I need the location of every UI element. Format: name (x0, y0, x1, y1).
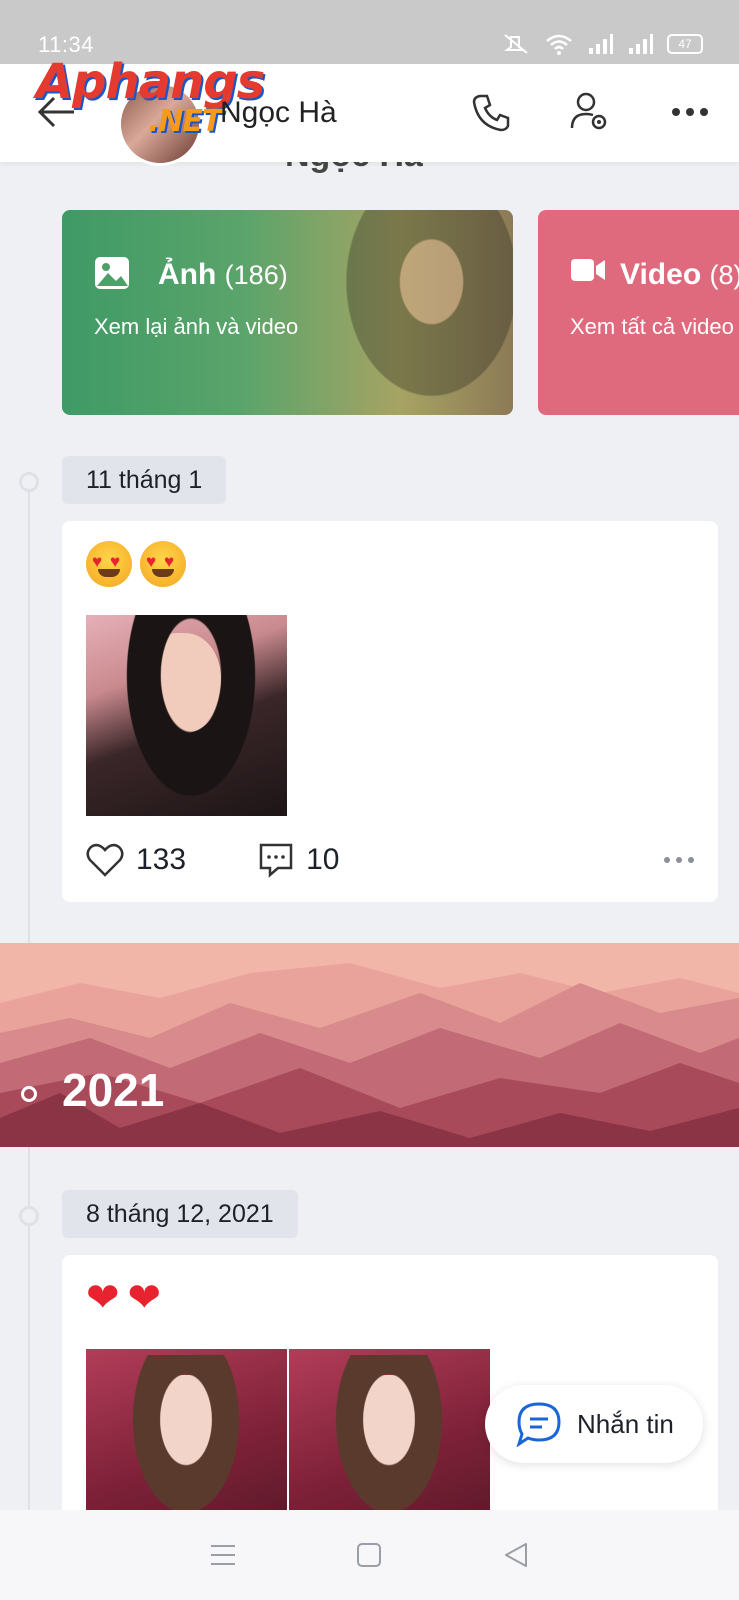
photos-card-subtitle: Xem lại ảnh và video (94, 314, 299, 339)
comment-icon (259, 843, 293, 878)
heart-outline-icon (86, 843, 124, 877)
videos-card-title: Video (8) (620, 258, 739, 291)
wifi-icon (546, 34, 572, 55)
timeline-dot (19, 1206, 39, 1226)
card-background-photo (332, 210, 513, 415)
post-card[interactable]: ♥ ♥ ♥ ♥ 133 10 (62, 521, 718, 902)
mute-icon (504, 34, 528, 54)
post-photo[interactable] (86, 1349, 287, 1519)
chat-bubble-icon (516, 1402, 561, 1447)
page-title: Ngọc Hà (220, 96, 337, 129)
comment-count: 10 (306, 843, 340, 876)
heart-eyes-emoji-icon: ♥ ♥ (86, 541, 132, 587)
year-label: 2021 (62, 1064, 165, 1116)
post-date-chip: 8 tháng 12, 2021 (62, 1190, 298, 1238)
home-icon[interactable] (355, 1541, 383, 1569)
heart-emoji-icon: ❤ (127, 1276, 162, 1320)
battery-icon: 47 (667, 34, 703, 54)
comment-button[interactable]: 10 (258, 842, 339, 878)
phone-icon[interactable] (470, 90, 514, 134)
post-date-chip: 11 tháng 1 (62, 456, 227, 504)
like-button[interactable]: 133 (86, 843, 186, 877)
signal-icon-2 (629, 34, 653, 54)
post-emojis: ❤ ❤ (86, 1275, 161, 1321)
post-photo[interactable] (86, 615, 287, 816)
heart-eyes-emoji-icon: ♥ ♥ (140, 541, 186, 587)
year-dot (21, 1086, 37, 1102)
app-header: Aphangs .NET Ngọc Hà (0, 58, 739, 166)
menu-icon[interactable] (209, 1543, 237, 1567)
back-nav-icon[interactable] (502, 1541, 530, 1569)
signal-icon (589, 34, 613, 54)
timeline-dot (19, 472, 39, 492)
video-camera-icon (571, 259, 605, 281)
post-photo[interactable] (289, 1349, 490, 1519)
like-count: 133 (136, 843, 187, 876)
photos-card-title: Ảnh (186) (158, 258, 288, 291)
more-options-icon[interactable] (668, 90, 712, 134)
photos-card[interactable]: Ảnh (186) Xem lại ảnh và video (62, 210, 513, 415)
videos-card-subtitle: Xem tất cả video (570, 314, 734, 339)
year-banner: 2021 (0, 943, 739, 1147)
heart-emoji-icon: ❤ (86, 1276, 120, 1320)
post-emojis: ♥ ♥ ♥ ♥ (86, 541, 186, 587)
status-icons: 47 (501, 33, 703, 55)
user-settings-icon[interactable] (568, 90, 612, 134)
system-nav-bar (0, 1510, 739, 1600)
post-actions: 133 10 (86, 840, 694, 880)
message-button-label: Nhắn tin (577, 1408, 674, 1439)
image-icon (95, 257, 129, 289)
videos-card[interactable]: Video (8) Xem tất cả video (538, 210, 739, 415)
post-more-icon[interactable] (664, 857, 694, 863)
media-cards: Ảnh (186) Xem lại ảnh và video Video (8)… (62, 210, 739, 415)
message-button[interactable]: Nhắn tin (485, 1385, 703, 1463)
